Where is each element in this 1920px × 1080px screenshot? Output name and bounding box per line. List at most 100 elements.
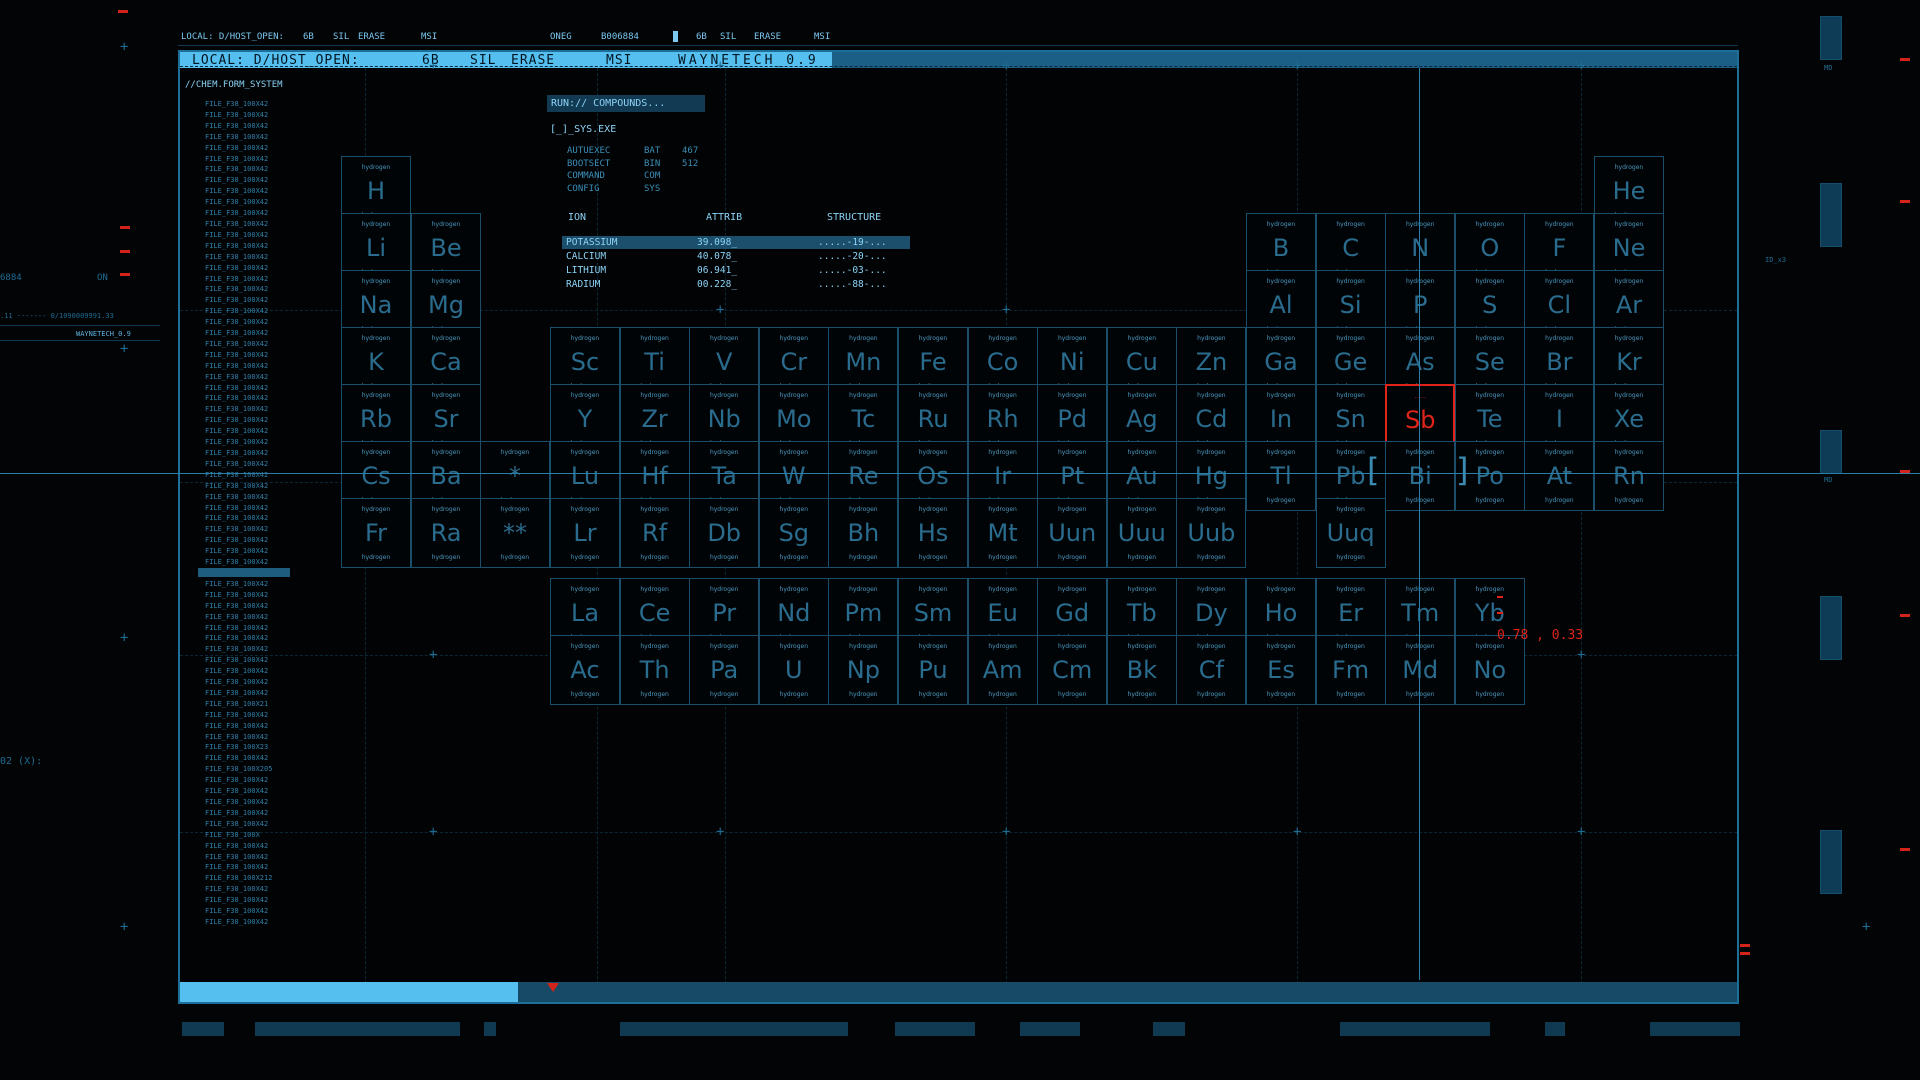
file-list-item[interactable]: FILE_F38_100X42 bbox=[205, 154, 272, 165]
file-list-item[interactable]: FILE_F38_100X42 bbox=[205, 164, 272, 175]
element-uun[interactable]: hydrogen Uun hydrogen bbox=[1037, 498, 1108, 568]
element-db[interactable]: hydrogen Db hydrogen bbox=[689, 498, 760, 568]
file-list-item[interactable]: FILE_F38_100X21 bbox=[205, 699, 272, 710]
element-fr[interactable]: hydrogen Fr hydrogen bbox=[341, 498, 411, 568]
file-list-item[interactable]: FILE_F38_100X42 bbox=[205, 721, 272, 732]
progress-marker-icon[interactable] bbox=[547, 983, 559, 992]
file-list-item[interactable]: FILE_F38_100X42 bbox=[205, 732, 272, 743]
file-list-item[interactable]: FILE_F38_100X23 bbox=[205, 742, 272, 753]
file-list-item[interactable]: FILE_F38_100X42 bbox=[205, 524, 272, 535]
element-md[interactable]: hydrogen Md hydrogen bbox=[1385, 635, 1456, 705]
file-list-item[interactable]: FILE_F38_100X bbox=[205, 830, 272, 841]
file-list-item[interactable]: FILE_F38_100X42 bbox=[205, 317, 272, 328]
file-list-item[interactable]: FILE_F38_100X42 bbox=[205, 361, 272, 372]
element-bh[interactable]: hydrogen Bh hydrogen bbox=[828, 498, 899, 568]
file-list-item[interactable]: FILE_F38_100X42 bbox=[205, 601, 272, 612]
element-es[interactable]: hydrogen Es hydrogen bbox=[1246, 635, 1316, 705]
element-rf[interactable]: hydrogen Rf hydrogen bbox=[619, 498, 690, 568]
element-np[interactable]: hydrogen Np hydrogen bbox=[828, 635, 899, 705]
file-list-item[interactable]: FILE_F38_100X42 bbox=[205, 383, 272, 394]
file-list-item[interactable]: FILE_F38_100X42 bbox=[205, 339, 272, 350]
file-list-item[interactable]: FILE_F38_100X42 bbox=[205, 852, 272, 863]
file-list-item[interactable]: FILE_F38_100X42 bbox=[205, 753, 272, 764]
element-uuq[interactable]: hydrogen Uuq hydrogen bbox=[1315, 498, 1386, 568]
file-list-item[interactable]: FILE_F38_100X42 bbox=[205, 535, 272, 546]
file-list-item[interactable]: FILE_F38_100X42 bbox=[205, 186, 272, 197]
file-list-item[interactable]: FILE_F38_100X42 bbox=[205, 306, 272, 317]
ion-table-row[interactable]: CALCIUM 40.078_ .....-20-... bbox=[562, 250, 910, 263]
file-list-item[interactable]: FILE_F38_100X42 bbox=[205, 666, 272, 677]
element-u[interactable]: hydrogen Uhydrogen bbox=[758, 635, 829, 705]
file-list-item[interactable]: FILE_F38_100X42 bbox=[205, 230, 272, 241]
file-list-item[interactable]: FILE_F38_100X42 bbox=[205, 132, 272, 143]
element-bi[interactable]: hydrogen Bi hydrogen bbox=[1385, 441, 1456, 511]
element-at[interactable]: hydrogen At hydrogen bbox=[1524, 441, 1595, 511]
element-cm[interactable]: hydrogen Cm hydrogen bbox=[1037, 635, 1108, 705]
file-list-item[interactable]: FILE_F38_100X42 bbox=[205, 633, 272, 644]
element-pa[interactable]: hydrogen Pa hydrogen bbox=[689, 635, 760, 705]
file-list-item[interactable]: FILE_F38_100X42 bbox=[205, 775, 272, 786]
file-list-item[interactable]: FILE_F38_100X42 bbox=[205, 655, 272, 666]
file-list-item[interactable]: FILE_F38_100X42 bbox=[205, 328, 272, 339]
element-pu[interactable]: hydrogen Pu hydrogen bbox=[898, 635, 968, 705]
file-list-item[interactable]: FILE_F38_100X42 bbox=[205, 884, 272, 895]
element-mt[interactable]: hydrogen Mt hydrogen bbox=[967, 498, 1038, 568]
element-sg[interactable]: hydrogen Sg hydrogen bbox=[758, 498, 829, 568]
file-list-item[interactable]: FILE_F38_100X42 bbox=[205, 295, 272, 306]
file-list-item[interactable]: FILE_F38_100X42 bbox=[205, 284, 272, 295]
file-list-item[interactable]: FILE_F38_100X42 bbox=[205, 862, 272, 873]
file-list-item[interactable]: FILE_F38_100X42 bbox=[205, 426, 272, 437]
ion-table-row[interactable]: RADIUM 00.228_ .....-88-... bbox=[562, 278, 910, 291]
element-ra[interactable]: hydrogen Ra hydrogen bbox=[411, 498, 481, 568]
file-list-item[interactable]: FILE_F38_100X42 bbox=[205, 688, 272, 699]
file-list-item[interactable]: FILE_F38_100X42 bbox=[205, 677, 272, 688]
file-list-item[interactable]: FILE_F38_100X42 bbox=[205, 557, 272, 568]
file-list-item[interactable]: FILE_F38_100X42 bbox=[205, 110, 272, 121]
ion-table-row[interactable]: LITHIUM 06.941_ .....-03-... bbox=[562, 264, 910, 277]
file-list-item[interactable]: FILE_F38_100X42 bbox=[205, 841, 272, 852]
element-uub[interactable]: hydrogen Uub hydrogen bbox=[1176, 498, 1247, 568]
file-list-item[interactable]: FILE_F38_100X42 bbox=[205, 121, 272, 132]
element-hs[interactable]: hydrogen Hs hydrogen bbox=[898, 498, 968, 568]
file-list-item[interactable]: FILE_F38_100X42 bbox=[205, 492, 272, 503]
file-list-item[interactable]: FILE_F38_100X42 bbox=[205, 459, 272, 470]
file-list-item[interactable]: FILE_F38_100X42 bbox=[205, 481, 272, 492]
element-starstar[interactable]: hydrogen ** hydrogen bbox=[480, 498, 550, 568]
file-list-item[interactable]: FILE_F38_100X42 bbox=[205, 895, 272, 906]
file-list-item[interactable]: FILE_F38_100X42 bbox=[205, 797, 272, 808]
file-list-item[interactable]: FILE_F38_100X42 bbox=[205, 644, 272, 655]
element-am[interactable]: hydrogen Am hydrogen bbox=[967, 635, 1038, 705]
ion-table-row[interactable]: POTASSIUM 39.098_ .....-19-... bbox=[562, 236, 910, 249]
file-list-item[interactable]: FILE_F38_100X42 bbox=[205, 350, 272, 361]
element-cf[interactable]: hydrogen Cf hydrogen bbox=[1176, 635, 1247, 705]
file-list-item[interactable]: FILE_F38_100X42 bbox=[205, 710, 272, 721]
file-list-item[interactable]: FILE_F38_100X42 bbox=[205, 546, 272, 557]
file-list-item[interactable]: FILE_F38_100X42 bbox=[205, 219, 272, 230]
file-list-item[interactable]: FILE_F38_100X42 bbox=[205, 503, 272, 514]
file-list-item[interactable]: FILE_F38_100X42 bbox=[205, 513, 272, 524]
element-bk[interactable]: hydrogen Bk hydrogen bbox=[1106, 635, 1177, 705]
element-fm[interactable]: hydrogen Fm hydrogen bbox=[1315, 635, 1386, 705]
file-list-item[interactable]: FILE_F38_100X42 bbox=[205, 263, 272, 274]
file-list-item[interactable]: FILE_F38_100X42 bbox=[205, 175, 272, 186]
element-no[interactable]: hydrogen No hydrogen bbox=[1454, 635, 1525, 705]
file-list-item[interactable]: FILE_F38_100X42 bbox=[205, 623, 272, 634]
file-list-item[interactable]: FILE_F38_100X205 bbox=[205, 764, 272, 775]
file-list-item[interactable]: FILE_F38_100X42 bbox=[205, 99, 272, 110]
file-list-item[interactable]: FILE_F38_100X42 bbox=[205, 415, 272, 426]
file-list-item[interactable]: FILE_F38_100X42 bbox=[205, 448, 272, 459]
element-uuu[interactable]: hydrogen Uuu hydrogen bbox=[1106, 498, 1177, 568]
file-list-item[interactable]: FILE_F38_100X42 bbox=[205, 917, 272, 928]
file-list-scrollbar[interactable] bbox=[198, 568, 290, 577]
element-tl[interactable]: hydrogen Tl hydrogen bbox=[1246, 441, 1316, 511]
element-rn[interactable]: hydrogen Rn hydrogen bbox=[1594, 441, 1664, 511]
file-list-item[interactable]: FILE_F38_100X42 bbox=[205, 143, 272, 154]
file-list-item[interactable]: FILE_F38_100X42 bbox=[205, 372, 272, 383]
file-list-item[interactable]: FILE_F38_100X42 bbox=[205, 906, 272, 917]
file-list-item[interactable]: FILE_F38_100X42 bbox=[205, 241, 272, 252]
file-list-item[interactable]: FILE_F38_100X42 bbox=[205, 197, 272, 208]
file-list-item[interactable]: FILE_F38_100X42 bbox=[205, 404, 272, 415]
element-lr[interactable]: hydrogen Lr hydrogen bbox=[550, 498, 620, 568]
file-list-item[interactable]: FILE_F38_100X42 bbox=[205, 252, 272, 263]
file-list-item[interactable]: FILE_F38_100X212 bbox=[205, 873, 272, 884]
